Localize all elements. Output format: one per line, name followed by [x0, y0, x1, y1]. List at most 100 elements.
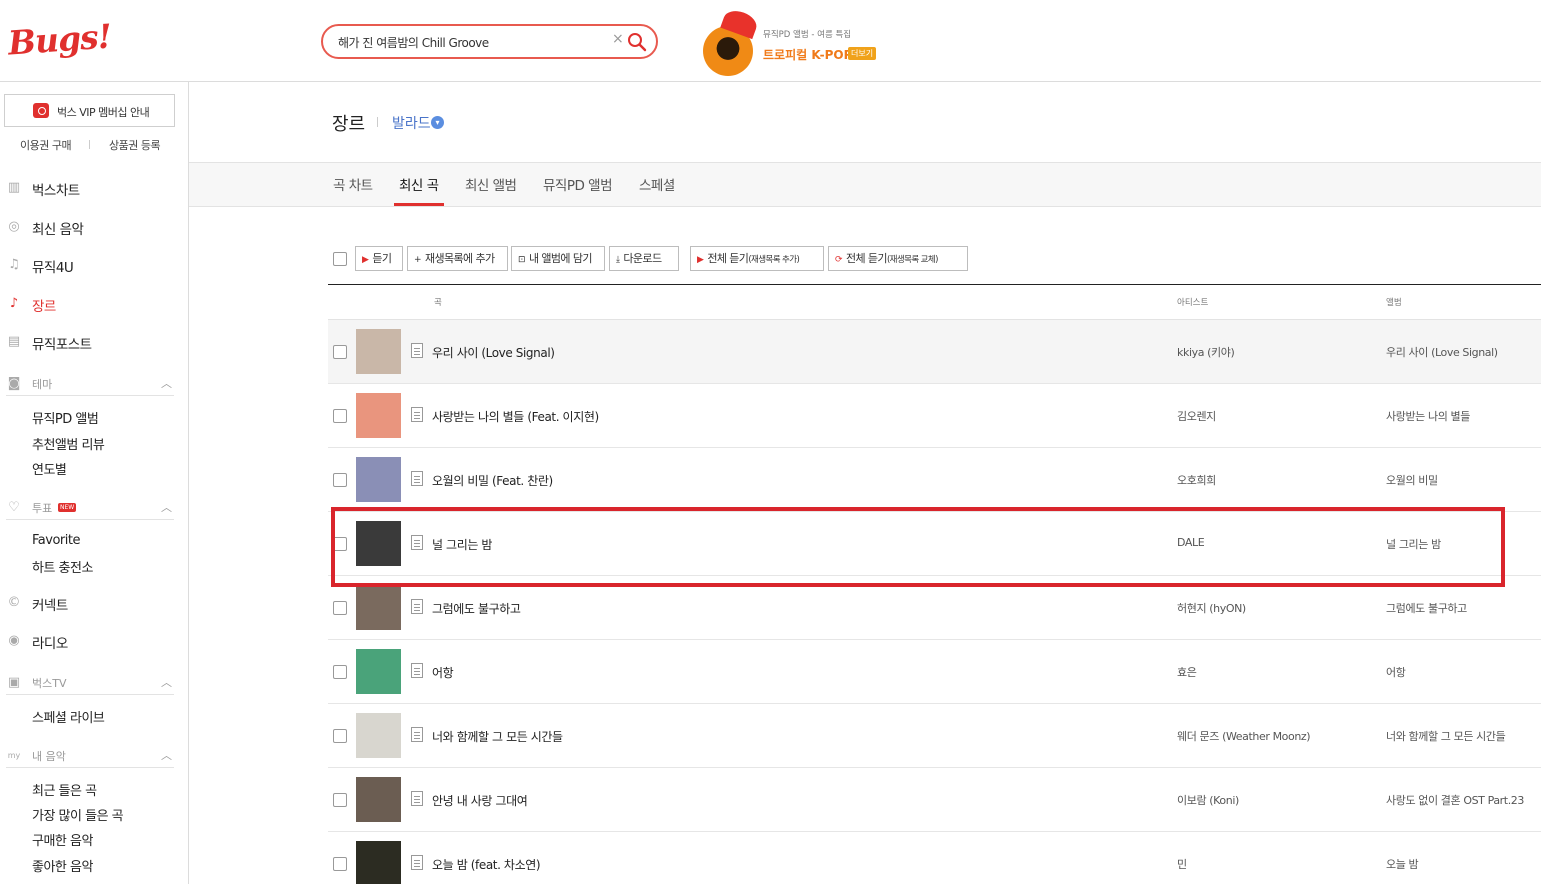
- album-name[interactable]: 우리 사이 (Love Signal): [1386, 344, 1498, 360]
- section-theme[interactable]: ◙ 테마 ︿: [6, 374, 174, 396]
- sidebar-item-special-live[interactable]: 스페셜 라이브: [32, 707, 105, 726]
- song-title[interactable]: 오늘 밤 (feat. 차소연): [432, 856, 541, 873]
- sidebar-item-heart-charge[interactable]: 하트 충전소: [32, 557, 93, 576]
- sidebar-item-genre[interactable]: ♪ 장르: [6, 294, 176, 316]
- lyrics-icon[interactable]: [411, 855, 423, 870]
- listen-all-add-button[interactable]: ▶ 전체 듣기(재생목록 추가): [690, 246, 824, 271]
- artist-name[interactable]: 효은: [1177, 664, 1197, 680]
- artist-name[interactable]: 웨더 문즈 (Weather Moonz): [1177, 728, 1311, 744]
- artist-name[interactable]: 김오렌지: [1177, 408, 1216, 424]
- chevron-up-icon[interactable]: ︿: [161, 674, 172, 690]
- lyrics-icon[interactable]: [411, 343, 423, 358]
- register-voucher-link[interactable]: 상품권 등록: [109, 137, 161, 153]
- album-cover[interactable]: [356, 393, 401, 438]
- lyrics-icon[interactable]: [411, 535, 423, 550]
- lyrics-icon[interactable]: [411, 727, 423, 742]
- tab-special[interactable]: 스페셜: [639, 174, 675, 194]
- row-checkbox[interactable]: [333, 857, 347, 871]
- album-name[interactable]: 오월의 비밀: [1386, 472, 1438, 488]
- table-row[interactable]: 우리 사이 (Love Signal) kkiya (키야) 우리 사이 (Lo…: [328, 320, 1541, 384]
- song-title[interactable]: 그럼에도 불구하고: [432, 600, 521, 617]
- sidebar-item-album-review[interactable]: 추천앨범 리뷰: [32, 434, 105, 453]
- album-cover[interactable]: [356, 521, 401, 566]
- chevron-down-icon[interactable]: ▾: [431, 116, 444, 129]
- bugs-logo[interactable]: Bugs!: [7, 16, 113, 62]
- song-title[interactable]: 널 그리는 밤: [432, 536, 492, 553]
- sidebar-item-new-music[interactable]: ◎ 최신 음악: [6, 217, 176, 239]
- sidebar-item-purchased[interactable]: 구매한 음악: [32, 830, 93, 849]
- sidebar-item-liked[interactable]: 좋아한 음악: [32, 856, 93, 875]
- album-cover[interactable]: [356, 841, 401, 884]
- tab-latest-albums[interactable]: 최신 앨범: [465, 174, 517, 194]
- search-input[interactable]: 해가 진 여름밤의 Chill Groove: [338, 34, 489, 51]
- lyrics-icon[interactable]: [411, 599, 423, 614]
- row-checkbox[interactable]: [333, 537, 347, 551]
- row-checkbox[interactable]: [333, 793, 347, 807]
- table-row[interactable]: 너와 함께할 그 모든 시간들 웨더 문즈 (Weather Moonz) 너와…: [328, 704, 1541, 768]
- album-cover[interactable]: [356, 457, 401, 502]
- section-bugstv[interactable]: ▣ 벅스TV ︿: [6, 673, 174, 695]
- album-name[interactable]: 사랑도 없이 결혼 OST Part.23: [1386, 792, 1524, 808]
- row-checkbox[interactable]: [333, 409, 347, 423]
- download-button[interactable]: ⤓ 다운로드: [609, 246, 679, 271]
- row-checkbox[interactable]: [333, 665, 347, 679]
- buy-pass-link[interactable]: 이용권 구매: [20, 137, 72, 153]
- sidebar-item-chart[interactable]: ▥ 벅스차트: [6, 178, 176, 200]
- album-cover[interactable]: [356, 329, 401, 374]
- artist-name[interactable]: 허현지 (hyON): [1177, 600, 1246, 616]
- album-name[interactable]: 널 그리는 밤: [1386, 536, 1441, 552]
- lyrics-icon[interactable]: [411, 407, 423, 422]
- section-vote[interactable]: ♡ 투표 NEW ︿: [6, 498, 174, 520]
- vip-membership-button[interactable]: 벅스 VIP 멤버십 안내: [4, 94, 175, 127]
- section-my-music[interactable]: my 내 음악 ︿: [6, 746, 174, 768]
- artist-name[interactable]: kkiya (키야): [1177, 344, 1235, 360]
- album-cover[interactable]: [356, 777, 401, 822]
- lyrics-icon[interactable]: [411, 791, 423, 806]
- search-bar[interactable]: 해가 진 여름밤의 Chill Groove ×: [321, 24, 658, 59]
- lyrics-icon[interactable]: [411, 471, 423, 486]
- tab-musicpd-albums[interactable]: 뮤직PD 앨범: [543, 174, 613, 194]
- album-name[interactable]: 오늘 밤: [1386, 856, 1419, 872]
- table-row[interactable]: 오늘 밤 (feat. 차소연) 민 오늘 밤: [328, 832, 1541, 896]
- song-title[interactable]: 어항: [432, 664, 454, 681]
- table-row[interactable]: 그럼에도 불구하고 허현지 (hyON) 그럼에도 불구하고: [328, 576, 1541, 640]
- table-row[interactable]: 안녕 내 사랑 그대여 이보람 (Koni) 사랑도 없이 결혼 OST Par…: [328, 768, 1541, 832]
- tab-latest-songs[interactable]: 최신 곡: [399, 174, 439, 194]
- promo-banner[interactable]: 뮤직PD 앨범 - 여름 특집 트로피컬 K-POP 더보기: [703, 6, 903, 76]
- sidebar-item-most-played[interactable]: 가장 많이 들은 곡: [32, 805, 124, 824]
- song-title[interactable]: 사랑받는 나의 별들 (Feat. 이지현): [432, 408, 599, 425]
- artist-name[interactable]: 이보람 (Koni): [1177, 792, 1239, 808]
- listen-all-replace-button[interactable]: ⟳ 전체 듣기(재생목록 교체): [828, 246, 968, 271]
- sidebar-item-musicpost[interactable]: ▤ 뮤직포스트: [6, 332, 176, 354]
- table-row[interactable]: 사랑받는 나의 별들 (Feat. 이지현) 김오렌지 사랑받는 나의 별들: [328, 384, 1541, 448]
- album-cover[interactable]: [356, 713, 401, 758]
- row-checkbox[interactable]: [333, 729, 347, 743]
- clear-icon[interactable]: ×: [612, 31, 624, 47]
- album-cover[interactable]: [356, 585, 401, 630]
- artist-name[interactable]: 민: [1177, 856, 1187, 872]
- album-cover[interactable]: [356, 649, 401, 694]
- promo-more-button[interactable]: 더보기: [848, 47, 877, 60]
- table-row[interactable]: 오월의 비밀 (Feat. 찬란) 오호희희 오월의 비밀: [328, 448, 1541, 512]
- chevron-up-icon[interactable]: ︿: [161, 499, 172, 515]
- lyrics-icon[interactable]: [411, 663, 423, 678]
- artist-name[interactable]: 오호희희: [1177, 472, 1216, 488]
- album-name[interactable]: 너와 함께할 그 모든 시간들: [1386, 728, 1506, 744]
- song-title[interactable]: 우리 사이 (Love Signal): [432, 344, 555, 361]
- chevron-up-icon[interactable]: ︿: [161, 747, 172, 763]
- add-to-playlist-button[interactable]: + 재생목록에 추가: [407, 246, 508, 271]
- artist-name[interactable]: DALE: [1177, 536, 1205, 549]
- tab-song-chart[interactable]: 곡 차트: [333, 174, 373, 194]
- table-row[interactable]: 어항 효은 어항: [328, 640, 1541, 704]
- save-to-album-button[interactable]: ⊡ 내 앨범에 담기: [511, 246, 605, 271]
- song-title[interactable]: 안녕 내 사랑 그대여: [432, 792, 528, 809]
- chevron-up-icon[interactable]: ︿: [161, 375, 172, 391]
- sidebar-item-radio[interactable]: ◉ 라디오: [6, 631, 176, 653]
- sidebar-item-musicpd-album[interactable]: 뮤직PD 앨범: [32, 408, 99, 427]
- promo-title[interactable]: 트로피컬 K-POP: [763, 46, 852, 63]
- search-icon[interactable]: [627, 32, 647, 52]
- row-checkbox[interactable]: [333, 345, 347, 359]
- select-all-checkbox[interactable]: [333, 252, 347, 266]
- row-checkbox[interactable]: [333, 473, 347, 487]
- album-name[interactable]: 그럼에도 불구하고: [1386, 600, 1467, 616]
